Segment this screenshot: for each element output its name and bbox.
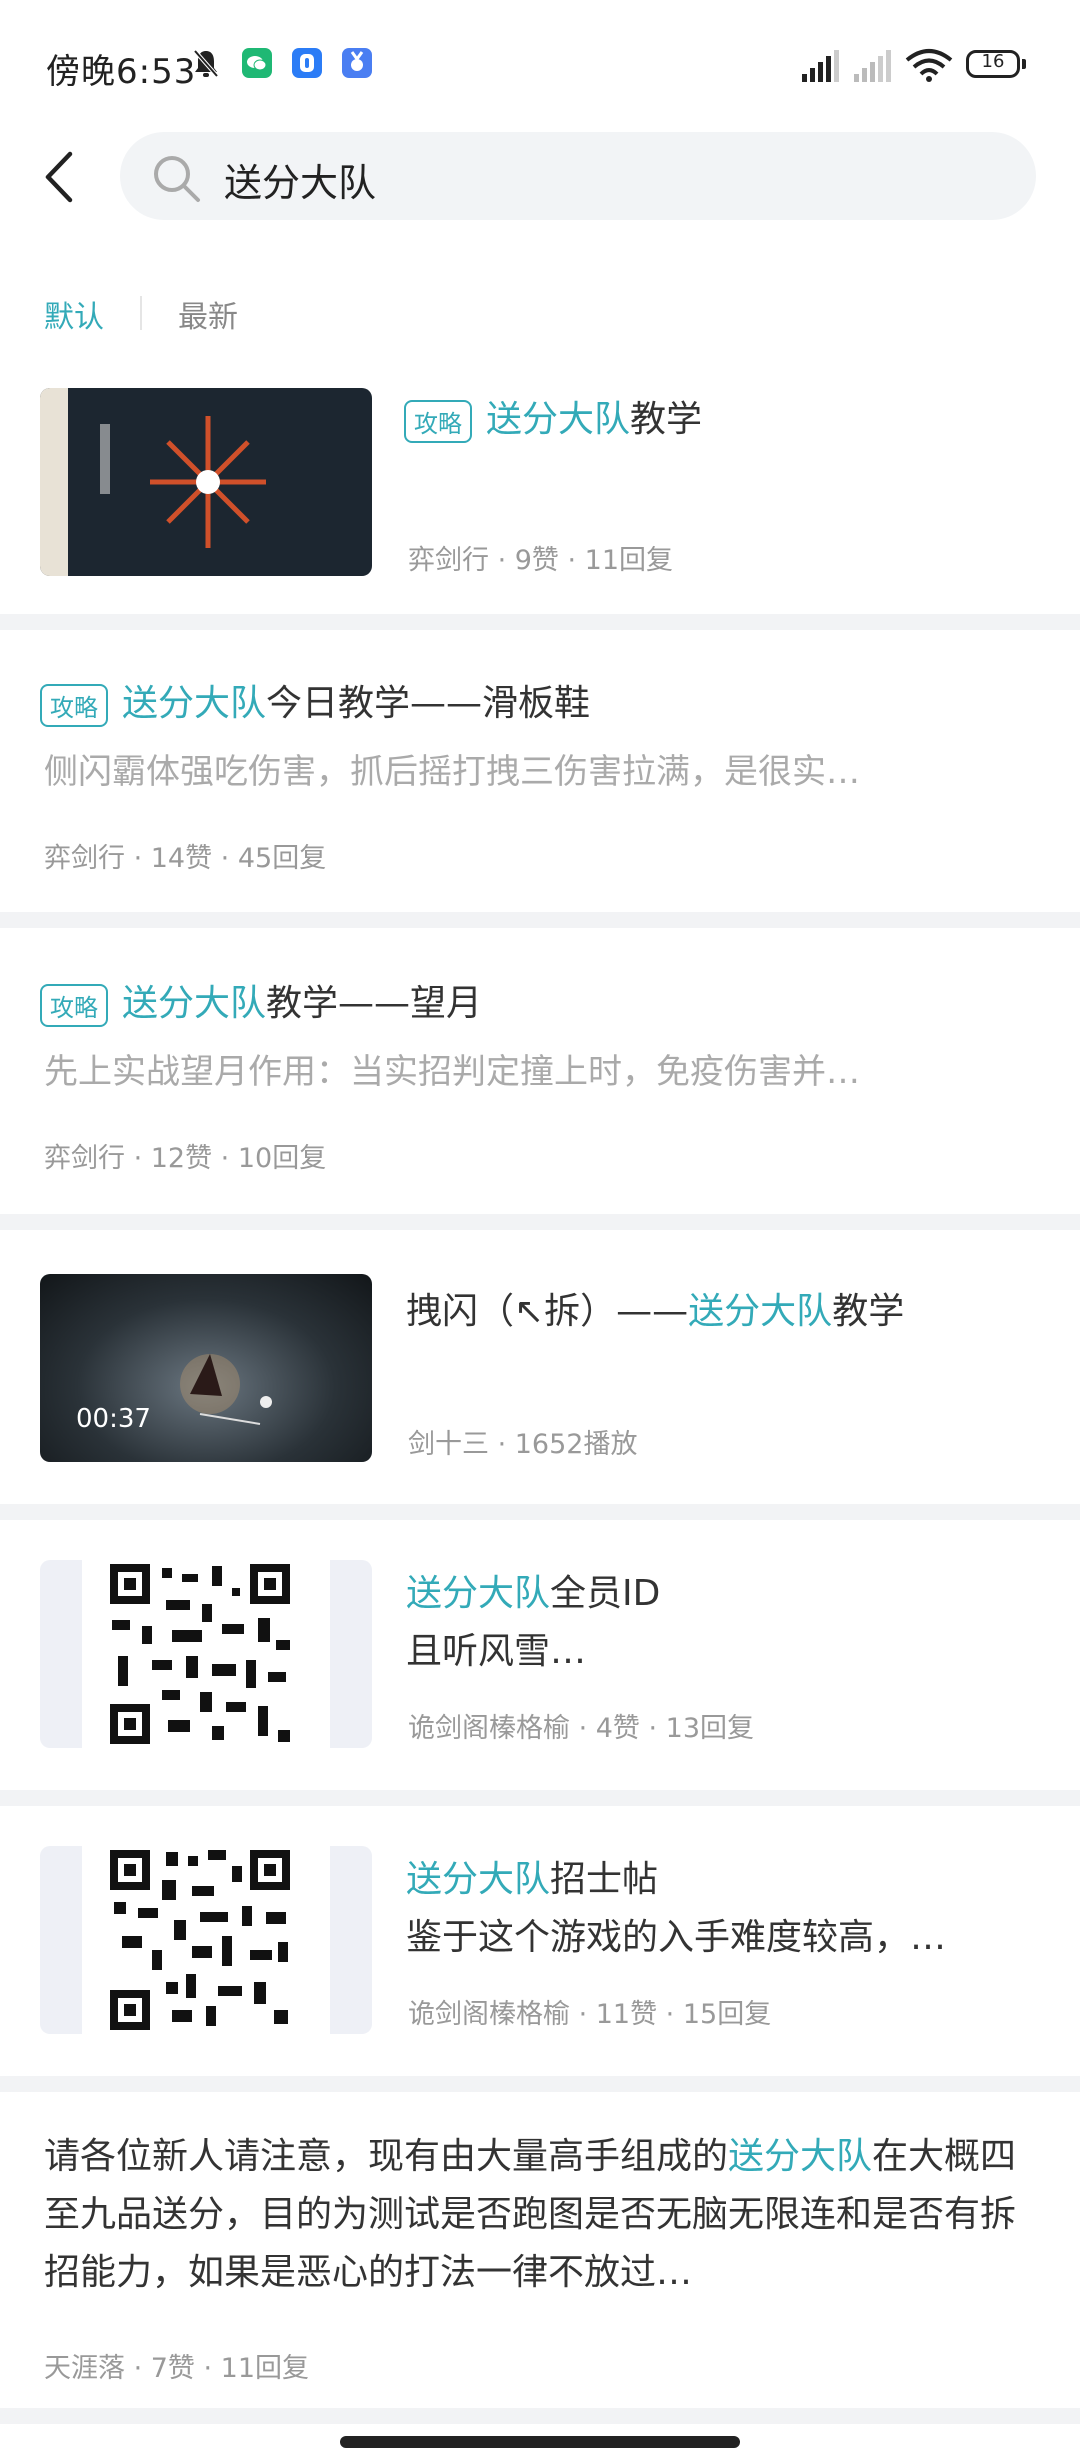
title-rest: 教学——望月 bbox=[266, 983, 483, 1024]
result-meta: 诡剑阁榛格榆 · 4赞 · 13回复 bbox=[408, 1713, 755, 1744]
result-title: 攻略 送分大队今日教学——滑板鞋 bbox=[40, 674, 590, 727]
result-line2: 且听风雪… bbox=[406, 1631, 587, 1672]
result-title: 送分大队招士帖 bbox=[406, 1850, 658, 1902]
result-meta: 弈剑行 · 14赞 · 45回复 bbox=[44, 843, 327, 874]
title-highlight: 送分大队 bbox=[406, 1859, 551, 1900]
back-arrow-icon[interactable] bbox=[42, 150, 78, 204]
qr-code-icon bbox=[106, 1560, 294, 1748]
separator bbox=[0, 1504, 1080, 1520]
search-query: 送分大队 bbox=[224, 161, 377, 205]
sort-default-tab[interactable]: 默认 bbox=[44, 300, 104, 335]
battery-tip bbox=[1022, 59, 1026, 69]
result-card[interactable]: 攻略 送分大队教学 弈剑行 · 9赞 · 11回复 bbox=[0, 380, 1080, 610]
status-bar: 傍晚6:53 16 bbox=[0, 0, 1080, 130]
guide-tag: 攻略 bbox=[40, 683, 108, 727]
result-card[interactable]: 请各位新人请注意，现有由大量高手组成的送分大队在大概四至九品送分，目的为测试是否… bbox=[0, 2092, 1080, 2412]
skill-diagram-thumbnail bbox=[40, 388, 372, 576]
result-title: 攻略 送分大队教学 bbox=[404, 390, 702, 443]
title-prefix: 拽闪（↖拆）—— bbox=[406, 1291, 689, 1332]
qr-code-thumbnail bbox=[40, 1560, 372, 1748]
text-prefix: 请各位新人请注意，现有由大量高手组成的 bbox=[44, 2136, 729, 2177]
separator bbox=[0, 2408, 1080, 2424]
sort-tabs: 默认 最新 bbox=[44, 292, 238, 336]
video-thumbnail[interactable]: 00:37 bbox=[40, 1274, 372, 1462]
app-notification-icon bbox=[292, 48, 322, 78]
wechat-icon bbox=[242, 48, 272, 78]
badge-app-icon bbox=[342, 48, 372, 78]
wifi-icon bbox=[905, 49, 953, 82]
title-rest: 全员ID bbox=[550, 1573, 661, 1614]
result-line2: 鉴于这个游戏的入手难度较高，… bbox=[406, 1917, 947, 1958]
text-highlight: 送分大队 bbox=[728, 2136, 873, 2177]
result-card[interactable]: 攻略 送分大队教学——望月 先上实战望月作用：当实招判定撞上时，免疫伤害并… 弈剑… bbox=[0, 930, 1080, 1210]
title-rest: 教学 bbox=[630, 399, 703, 440]
result-meta: 诡剑阁榛格榆 · 11赞 · 15回复 bbox=[408, 1999, 772, 2030]
result-meta: 弈剑行 · 12赞 · 10回复 bbox=[44, 1143, 327, 1174]
title-highlight: 送分大队 bbox=[406, 1573, 551, 1614]
signal-2-icon bbox=[854, 50, 891, 82]
qr-code-icon bbox=[106, 1846, 294, 2034]
guide-tag: 攻略 bbox=[40, 983, 108, 1027]
signal-icon bbox=[802, 50, 839, 82]
search-icon bbox=[154, 156, 200, 202]
result-card[interactable]: 送分大队全员ID 且听风雪… 诡剑阁榛格榆 · 4赞 · 13回复 bbox=[0, 1520, 1080, 1790]
title-rest: 教学 bbox=[832, 1291, 905, 1332]
result-card[interactable]: 攻略 送分大队今日教学——滑板鞋 侧闪霸体强吃伤害，抓后摇打拽三伤害拉满，是很实…… bbox=[0, 630, 1080, 910]
separator bbox=[0, 2076, 1080, 2092]
separator bbox=[0, 1790, 1080, 1806]
result-text: 请各位新人请注意，现有由大量高手组成的送分大队在大概四至九品送分，目的为测试是否… bbox=[44, 2128, 1036, 2302]
result-meta: 天涯落 · 7赞 · 11回复 bbox=[44, 2353, 310, 2384]
result-title: 攻略 送分大队教学——望月 bbox=[40, 974, 482, 1027]
guide-tag: 攻略 bbox=[404, 399, 472, 443]
video-duration: 00:37 bbox=[76, 1404, 151, 1434]
title-highlight: 送分大队 bbox=[122, 683, 267, 724]
result-snippet: 先上实战望月作用：当实招判定撞上时，免疫伤害并… bbox=[44, 1052, 860, 1092]
title-highlight: 送分大队 bbox=[688, 1291, 833, 1332]
result-title: 送分大队全员ID bbox=[406, 1564, 660, 1616]
title-rest: 今日教学——滑板鞋 bbox=[266, 683, 591, 724]
title-rest: 招士帖 bbox=[550, 1859, 659, 1900]
mute-bell-icon bbox=[193, 49, 219, 78]
result-card[interactable]: 送分大队招士帖 鉴于这个游戏的入手难度较高，… 诡剑阁榛格榆 · 11赞 · 1… bbox=[0, 1806, 1080, 2076]
result-title: 拽闪（↖拆）——送分大队教学 bbox=[406, 1282, 904, 1334]
result-meta: 剑十三 · 1652播放 bbox=[408, 1429, 638, 1460]
title-highlight: 送分大队 bbox=[122, 983, 267, 1024]
sort-divider bbox=[140, 296, 142, 330]
search-input[interactable]: 送分大队 bbox=[120, 132, 1036, 220]
separator bbox=[0, 912, 1080, 928]
sort-newest-tab[interactable]: 最新 bbox=[178, 292, 238, 336]
separator bbox=[0, 1214, 1080, 1230]
separator bbox=[0, 614, 1080, 630]
result-card[interactable]: 00:37 拽闪（↖拆）——送分大队教学 剑十三 · 1652播放 bbox=[0, 1230, 1080, 1500]
status-time: 傍晚6:53 bbox=[46, 52, 197, 92]
result-snippet: 侧闪霸体强吃伤害，抓后摇打拽三伤害拉满，是很实… bbox=[44, 752, 860, 792]
result-meta: 弈剑行 · 9赞 · 11回复 bbox=[408, 545, 674, 576]
battery-level: 16 bbox=[981, 51, 1005, 72]
qr-code-thumbnail bbox=[40, 1846, 372, 2034]
home-indicator[interactable] bbox=[340, 2436, 740, 2448]
title-highlight: 送分大队 bbox=[486, 399, 631, 440]
battery-icon: 16 bbox=[966, 50, 1020, 78]
